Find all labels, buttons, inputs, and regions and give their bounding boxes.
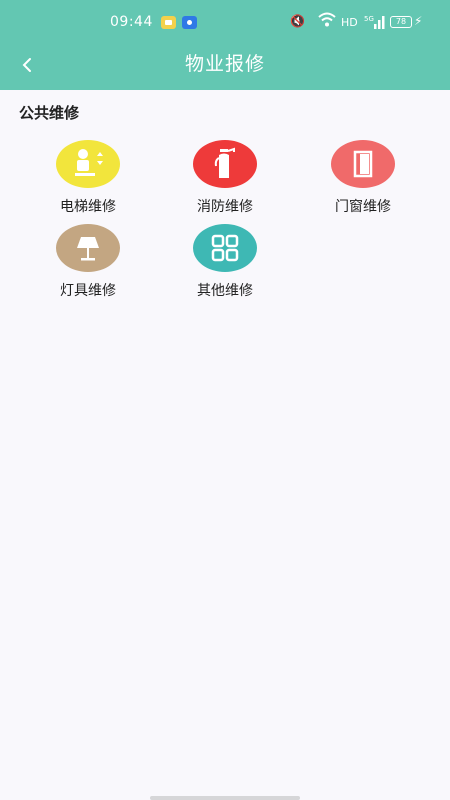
- signal-icon: 5G: [364, 15, 385, 29]
- fire-repair-label: 消防维修: [197, 199, 253, 215]
- wifi-icon: [318, 12, 336, 27]
- home-indicator[interactable]: [150, 796, 300, 800]
- elevator-icon: [56, 140, 120, 188]
- door-window-repair-label: 门窗维修: [335, 199, 391, 215]
- door-window-repair-item[interactable]: 门窗维修: [313, 140, 413, 216]
- svg-text:5G: 5G: [364, 15, 374, 23]
- lamp-repair-label: 灯具维修: [60, 283, 116, 299]
- elevator-repair-label: 电梯维修: [60, 199, 116, 215]
- fire-repair-item[interactable]: 消防维修: [175, 140, 275, 216]
- elevator-repair-item[interactable]: 电梯维修: [38, 140, 138, 216]
- status-bar: 09:44 🔇 HD 5G 78 ⚡: [0, 0, 450, 44]
- charging-icon: ⚡: [414, 14, 423, 28]
- notification-settings-icon: [182, 16, 197, 29]
- section-title: 公共维修: [19, 104, 80, 122]
- network-type-label: HD: [341, 16, 358, 29]
- lamp-icon: [56, 224, 120, 272]
- grid-apps-icon: [193, 224, 257, 272]
- other-repair-item[interactable]: 其他维修: [175, 224, 275, 300]
- lamp-repair-item[interactable]: 灯具维修: [38, 224, 138, 300]
- status-time: 09:44: [110, 14, 153, 30]
- battery-indicator: 78: [390, 16, 412, 28]
- other-repair-label: 其他维修: [197, 283, 253, 299]
- mute-icon: 🔇: [290, 14, 305, 28]
- fire-extinguisher-icon: [193, 140, 257, 188]
- notification-app-icon: [161, 16, 176, 29]
- page-title: 物业报修: [184, 53, 265, 75]
- door-icon: [331, 140, 395, 188]
- app-header: 09:44 🔇 HD 5G 78 ⚡ 物业报修: [0, 0, 450, 90]
